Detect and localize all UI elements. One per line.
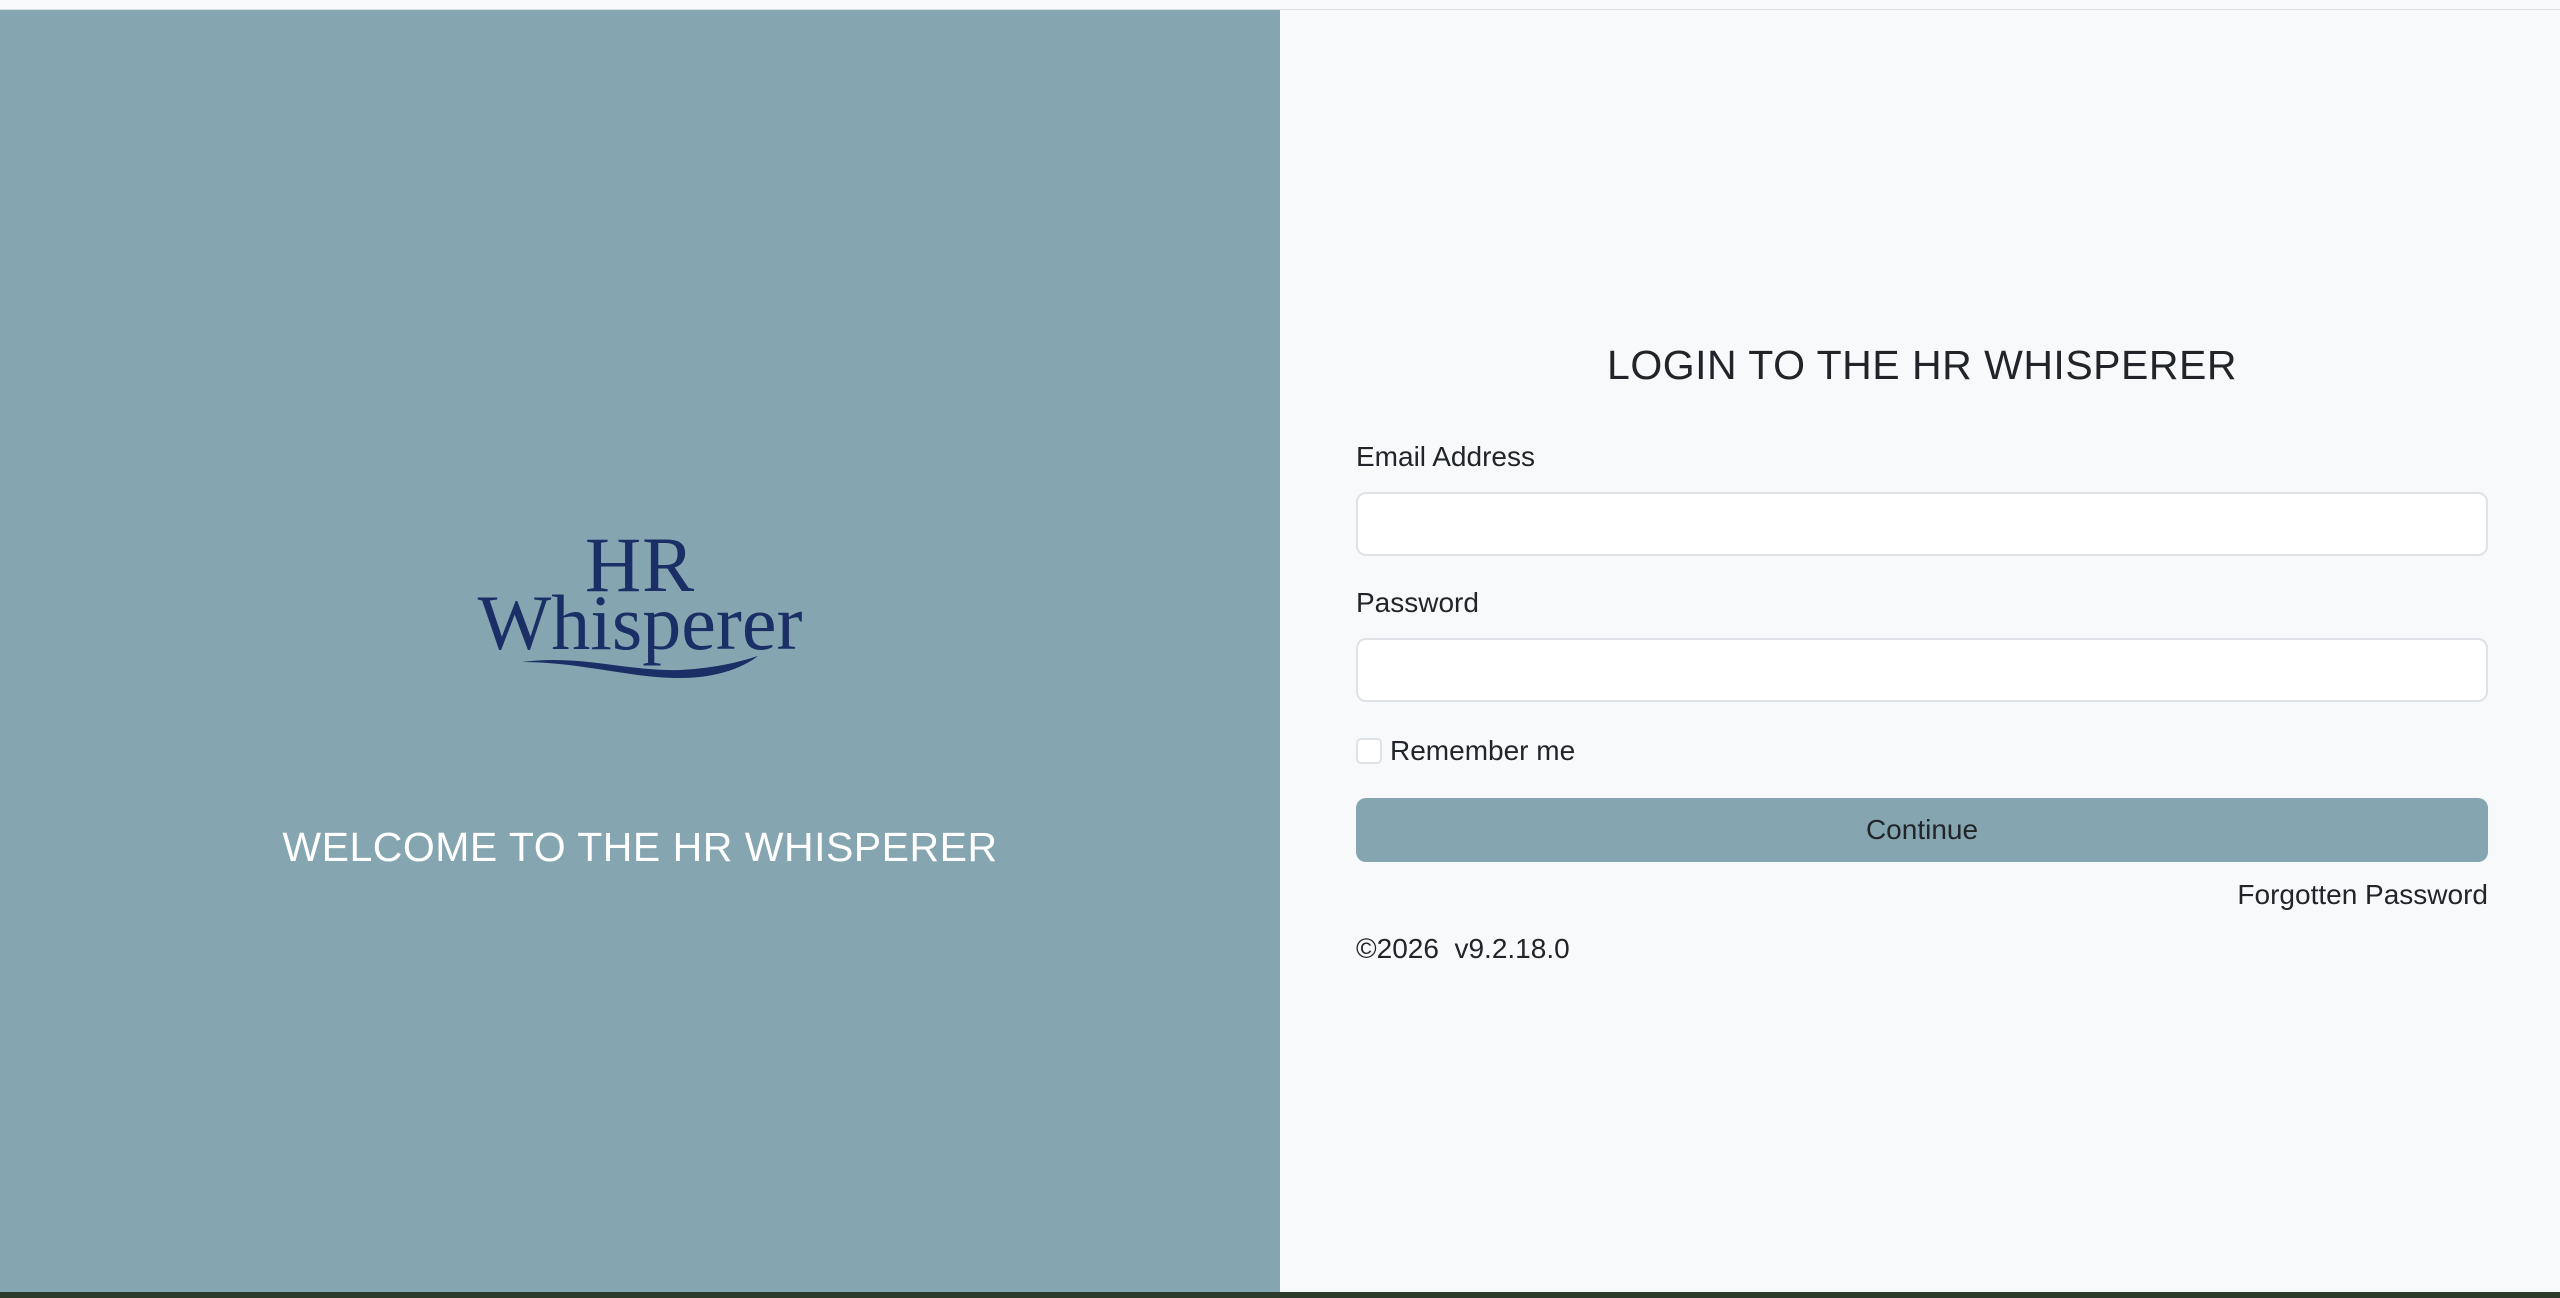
email-label: Email Address	[1356, 441, 1535, 472]
password-label: Password	[1356, 587, 1479, 618]
welcome-heading: WELCOME TO THE HR WHISPERER	[282, 824, 998, 870]
logo-text-whisperer: Whisperer	[477, 579, 803, 666]
email-field[interactable]	[1356, 492, 2488, 556]
logo-swoosh-icon	[522, 656, 758, 678]
login-title: LOGIN TO THE HR WHISPERER	[1607, 342, 2237, 388]
remember-me-checkbox[interactable]	[1356, 738, 1382, 764]
password-field[interactable]	[1356, 638, 2488, 702]
remember-me-label[interactable]: Remember me	[1390, 734, 1575, 768]
forgotten-password-link[interactable]: Forgotten Password	[2237, 878, 2488, 912]
continue-button[interactable]: Continue	[1356, 798, 2488, 862]
hr-whisperer-logo: HR Whisperer	[460, 512, 820, 692]
welcome-panel: HR Whisperer WELCOME TO THE HR WHISPERER	[0, 10, 1280, 1298]
top-border	[0, 0, 2560, 10]
copyright-version: ©2026 v9.2.18.0	[1356, 933, 1570, 964]
bottom-edge	[0, 1292, 2560, 1298]
remember-me-row[interactable]: Remember me	[1356, 734, 1575, 768]
